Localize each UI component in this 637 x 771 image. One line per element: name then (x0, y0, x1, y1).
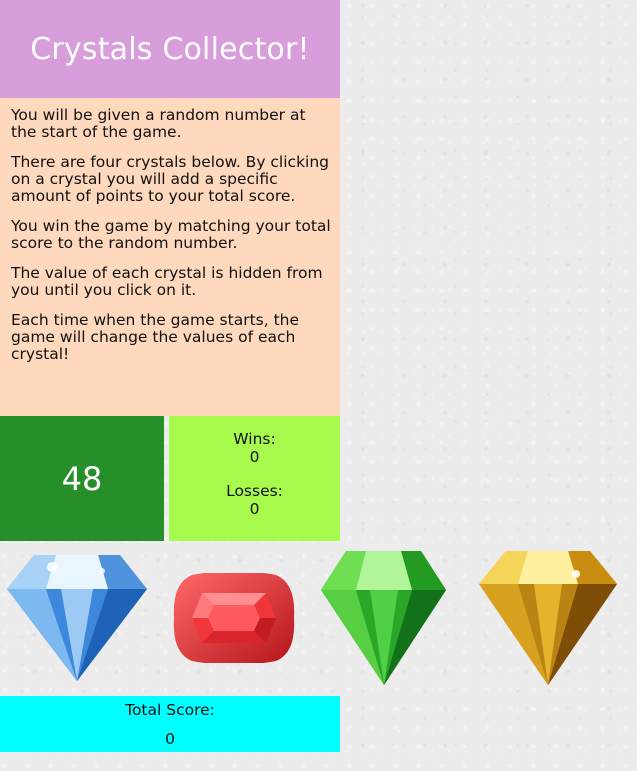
instructions-panel: You will be given a random number at the… (0, 98, 340, 416)
total-score-value: 0 (165, 730, 175, 748)
green-emerald-icon (321, 551, 446, 685)
random-number: 48 (61, 459, 103, 498)
instruction-paragraph: There are four crystals below. By clicki… (11, 153, 330, 205)
wins-block: Wins: 0 (169, 430, 340, 466)
red-ruby-icon (173, 573, 295, 663)
yellow-topaz-icon (479, 551, 617, 685)
instruction-paragraph: You win the game by matching your total … (11, 217, 331, 252)
instruction-paragraph: Each time when the game starts, the game… (11, 311, 300, 363)
blue-crystal-button[interactable] (6, 549, 148, 682)
game-title: Crystals Collector! (30, 31, 310, 67)
wins-count: 0 (249, 448, 260, 466)
header: Crystals Collector! (0, 0, 340, 98)
losses-label: Losses: (226, 482, 283, 500)
losses-block: Losses: 0 (169, 482, 340, 518)
random-number-panel: 48 (0, 416, 164, 541)
green-crystal-button[interactable] (320, 548, 447, 686)
blue-diamond-icon (7, 555, 147, 681)
red-crystal-button[interactable] (172, 573, 296, 663)
instruction-paragraph: You will be given a random number at the… (11, 106, 306, 141)
losses-count: 0 (249, 500, 260, 518)
instruction-paragraph: The value of each crystal is hidden from… (11, 264, 323, 299)
total-score-panel: Total Score: 0 (0, 696, 340, 752)
wins-label: Wins: (233, 430, 276, 448)
yellow-crystal-button[interactable] (478, 548, 618, 686)
score-record-panel: Wins: 0 Losses: 0 (169, 416, 340, 541)
crystal-row (0, 545, 637, 693)
total-score-label: Total Score: (125, 701, 215, 719)
